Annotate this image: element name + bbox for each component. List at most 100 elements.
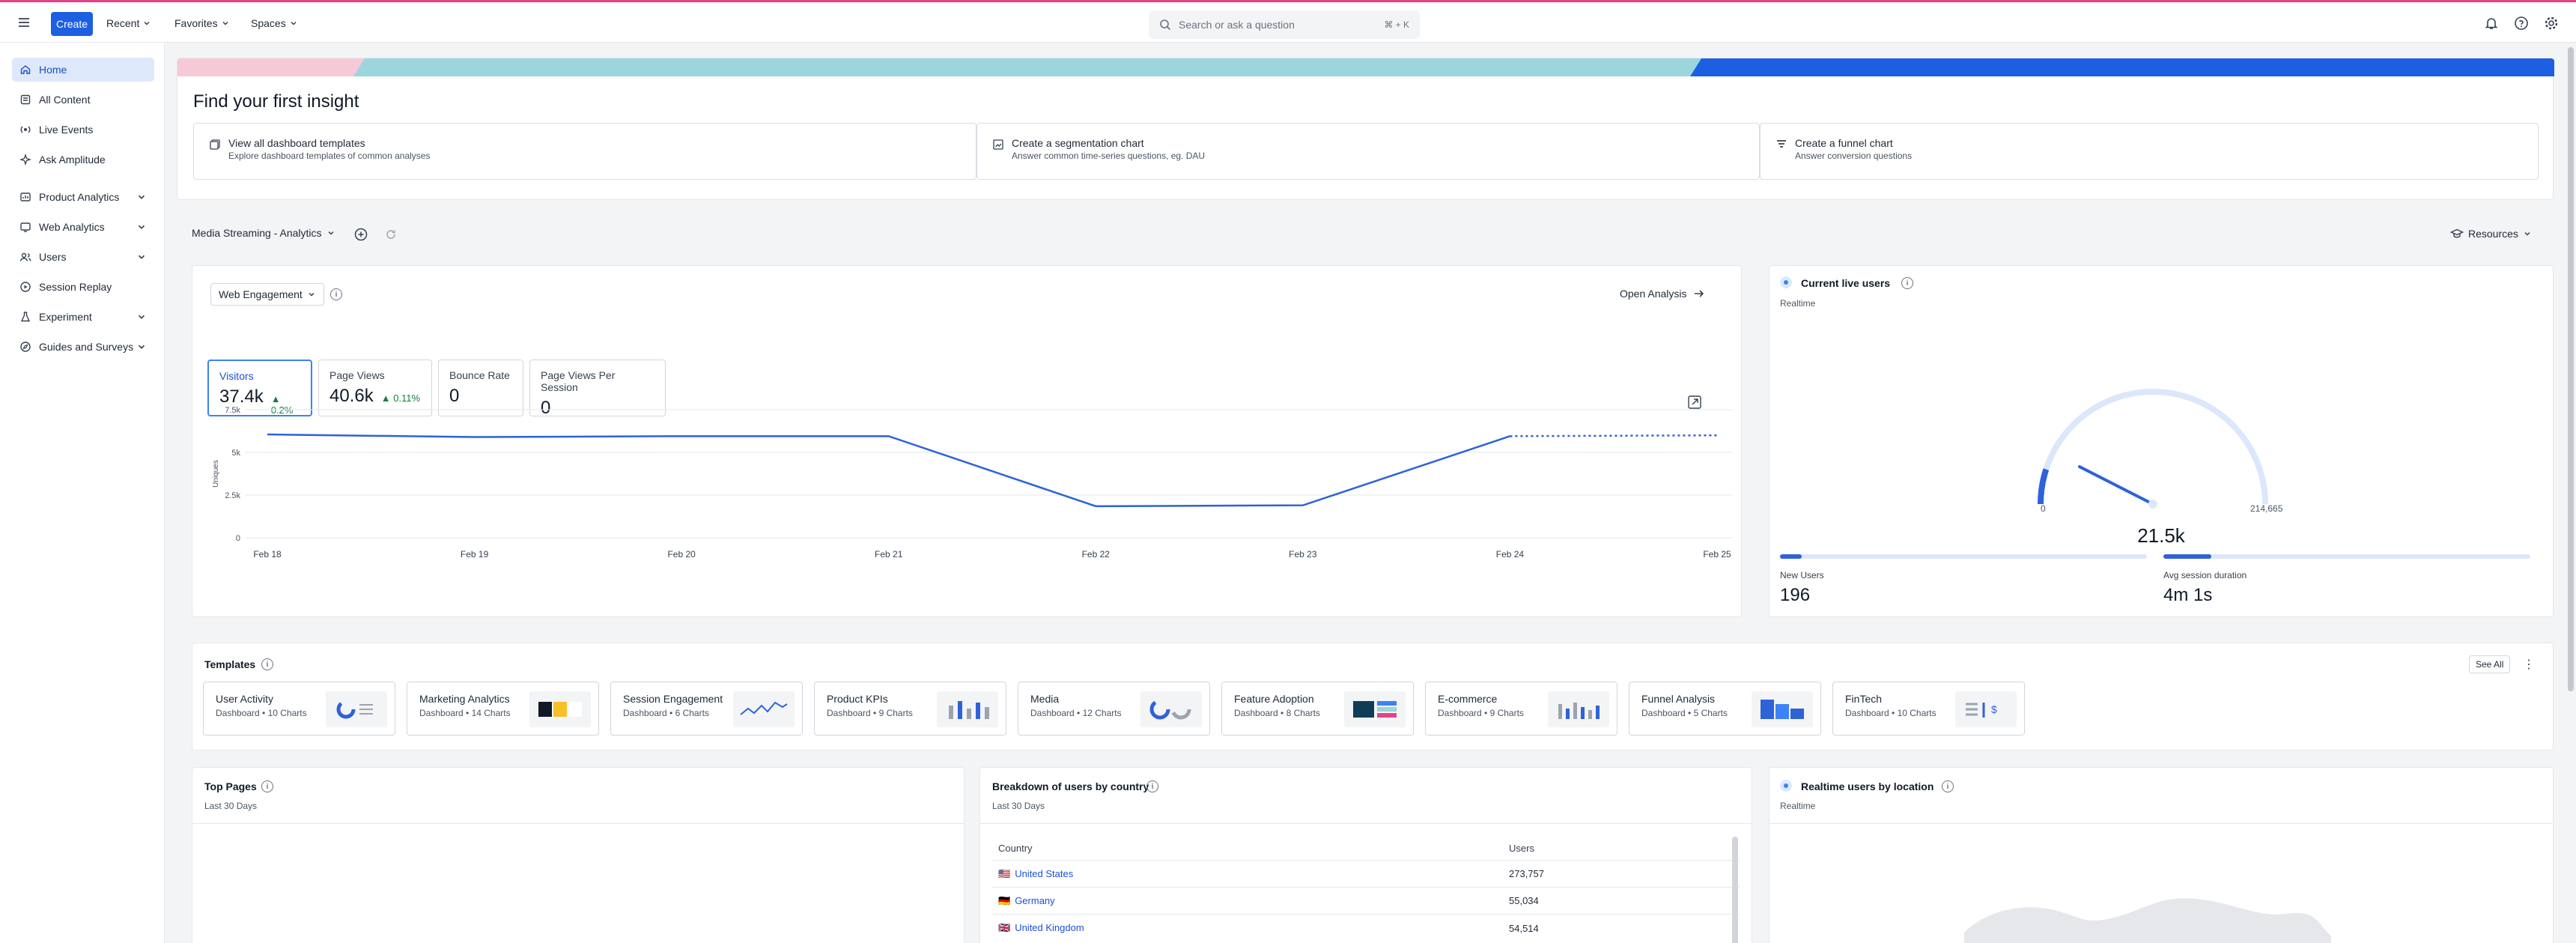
ask-icon — [19, 154, 31, 166]
country-link[interactable]: United Kingdom — [1015, 922, 1084, 934]
top-pages-card: Top Pages i Last 30 Days — [192, 767, 965, 943]
country-link[interactable]: Germany — [1015, 895, 1054, 907]
y-tick-label: 5k — [231, 449, 240, 458]
see-all-button[interactable]: See All — [2469, 655, 2511, 673]
chevron-down-icon — [222, 21, 228, 25]
template-thumbnail — [1344, 691, 1406, 727]
view-templates-option[interactable]: View all dashboard templates Explore dash… — [193, 123, 976, 180]
template-marketing-analytics[interactable]: Marketing Analytics Dashboard • 14 Chart… — [407, 682, 599, 736]
x-tick-label: Feb 24 — [1496, 549, 1525, 560]
page-scrollbar[interactable] — [2566, 43, 2576, 943]
info-icon[interactable]: i — [261, 780, 273, 792]
divider — [192, 823, 964, 824]
open-analysis-link[interactable]: Open Analysis — [1620, 288, 1705, 300]
favorites-menu[interactable]: Favorites — [174, 17, 230, 29]
sidebar-item-web-analytics[interactable]: Web Analytics — [12, 215, 154, 239]
chevron-down-icon — [328, 231, 334, 235]
session-label: Avg session duration — [2163, 570, 2247, 580]
info-icon[interactable]: i — [1942, 780, 1954, 792]
chevron-down-icon — [309, 292, 315, 297]
y-tick-label: 0 — [236, 534, 240, 543]
live-users-sub: Realtime — [1780, 298, 1816, 309]
graduation-cap-icon — [2450, 228, 2464, 238]
sidebar-item-product-analytics[interactable]: Product Analytics — [12, 185, 154, 209]
template-funnel-analysis[interactable]: Funnel Analysis Dashboard • 5 Charts — [1629, 682, 1821, 736]
live-events-icon — [20, 126, 31, 133]
new-users-label: New Users — [1780, 570, 1824, 580]
template-fintech[interactable]: FinTech Dashboard • 10 Charts $ — [1832, 682, 2025, 736]
help-icon[interactable] — [2514, 16, 2529, 31]
sidebar-item-label: Ask Amplitude — [39, 154, 106, 166]
session-value: 4m 1s — [2163, 585, 2213, 605]
add-icon[interactable] — [354, 228, 368, 241]
location-card: Realtime users by location i Realtime — [1769, 767, 2554, 943]
refresh-icon[interactable] — [385, 228, 397, 240]
divider — [980, 823, 1752, 824]
templates-title: Templates — [204, 658, 256, 670]
users-value: 54,514 — [1509, 922, 1539, 934]
chevron-down-icon — [2524, 231, 2530, 236]
col-users: Users — [1509, 843, 1534, 854]
x-tick-label: Feb 23 — [1289, 549, 1317, 560]
sidebar-item-guides-surveys[interactable]: Guides and Surveys — [12, 335, 154, 359]
gauge-max: 214,665 — [2250, 503, 2283, 514]
menu-icon[interactable] — [16, 15, 31, 30]
sidebar-item-experiment[interactable]: Experiment — [12, 305, 154, 329]
arrow-right-icon — [1694, 290, 1704, 297]
chevron-down-icon — [138, 225, 145, 229]
top-pages-sub: Last 30 Days — [204, 801, 258, 811]
segmentation-icon — [993, 139, 1003, 150]
engagement-selector[interactable]: Web Engagement — [210, 283, 324, 306]
live-users-gauge — [2038, 389, 2268, 509]
open-analysis-label: Open Analysis — [1620, 288, 1687, 300]
x-tick-label: Feb 20 — [667, 549, 696, 560]
bell-icon[interactable] — [2484, 16, 2499, 31]
scrollbar-thumb[interactable] — [2568, 47, 2574, 691]
location-sub: Realtime — [1780, 801, 1816, 811]
users-icon — [19, 252, 31, 261]
gauge-hub — [2148, 500, 2157, 509]
session-replay-icon — [20, 282, 31, 292]
template-user-activity[interactable]: User Activity Dashboard • 10 Charts — [203, 682, 395, 736]
more-icon[interactable]: ⋮ — [2523, 657, 2535, 672]
flag-icon: 🇩🇪 — [998, 894, 1011, 906]
country-link[interactable]: United States — [1015, 868, 1073, 880]
country-table: Country Users 🇺🇸 United States 273,757 🇩🇪… — [992, 837, 1740, 942]
template-feature-adoption[interactable]: Feature Adoption Dashboard • 8 Charts — [1221, 682, 1414, 736]
live-dot-icon — [1780, 276, 1792, 288]
create-button[interactable]: Create — [51, 12, 93, 36]
template-thumbnail — [1752, 691, 1813, 727]
template-media[interactable]: Media Dashboard • 12 Charts — [1018, 682, 1210, 736]
gear-icon[interactable] — [2544, 16, 2559, 31]
funnel-option[interactable]: Create a funnel chart Answer conversion q… — [1760, 123, 2539, 180]
stripe-teal — [353, 58, 1701, 76]
sidebar-item-home[interactable]: Home — [12, 58, 154, 82]
info-icon[interactable]: i — [1901, 277, 1913, 289]
template-thumbnail: $ — [1955, 691, 2017, 727]
sidebar-item-users[interactable]: Users — [12, 245, 154, 269]
search-bar[interactable]: Search or ask a question ⌘ + K — [1149, 10, 1420, 39]
scrollbar[interactable] — [1732, 837, 1738, 943]
template-thumbnail — [1548, 691, 1609, 727]
template-e-commerce[interactable]: E-commerce Dashboard • 9 Charts — [1425, 682, 1617, 736]
sidebar-item-session-replay[interactable]: Session Replay — [12, 275, 154, 299]
template-thumbnail — [733, 691, 795, 727]
info-icon[interactable]: i — [1146, 780, 1158, 792]
info-icon[interactable]: i — [330, 288, 342, 300]
sidebar-item-live-events[interactable]: Live Events — [12, 118, 154, 142]
table-row: 🇺🇸 United States 273,757 — [992, 861, 1740, 888]
metric-label: Visitors — [219, 370, 254, 382]
template-product-kpis[interactable]: Product KPIs Dashboard • 9 Charts — [814, 682, 1006, 736]
sidebar-item-ask-amplitude[interactable]: Ask Amplitude — [12, 148, 154, 172]
dashboard-selector[interactable]: Media Streaming - Analytics — [192, 227, 335, 239]
recent-menu[interactable]: Recent — [106, 17, 151, 29]
sidebar-item-all-content[interactable]: All Content — [12, 88, 154, 112]
option-sub: Answer common time-series questions, eg.… — [1012, 151, 1206, 161]
segmentation-option[interactable]: Create a segmentation chart Answer common… — [976, 123, 1760, 180]
info-icon[interactable]: i — [261, 658, 273, 670]
resources-menu[interactable]: Resources — [2450, 227, 2532, 240]
option-title: View all dashboard templates — [228, 137, 365, 149]
live-users-title: Current live users — [1801, 277, 1891, 289]
template-session-engagement[interactable]: Session Engagement Dashboard • 6 Charts — [610, 682, 803, 736]
spaces-menu[interactable]: Spaces — [251, 17, 298, 29]
